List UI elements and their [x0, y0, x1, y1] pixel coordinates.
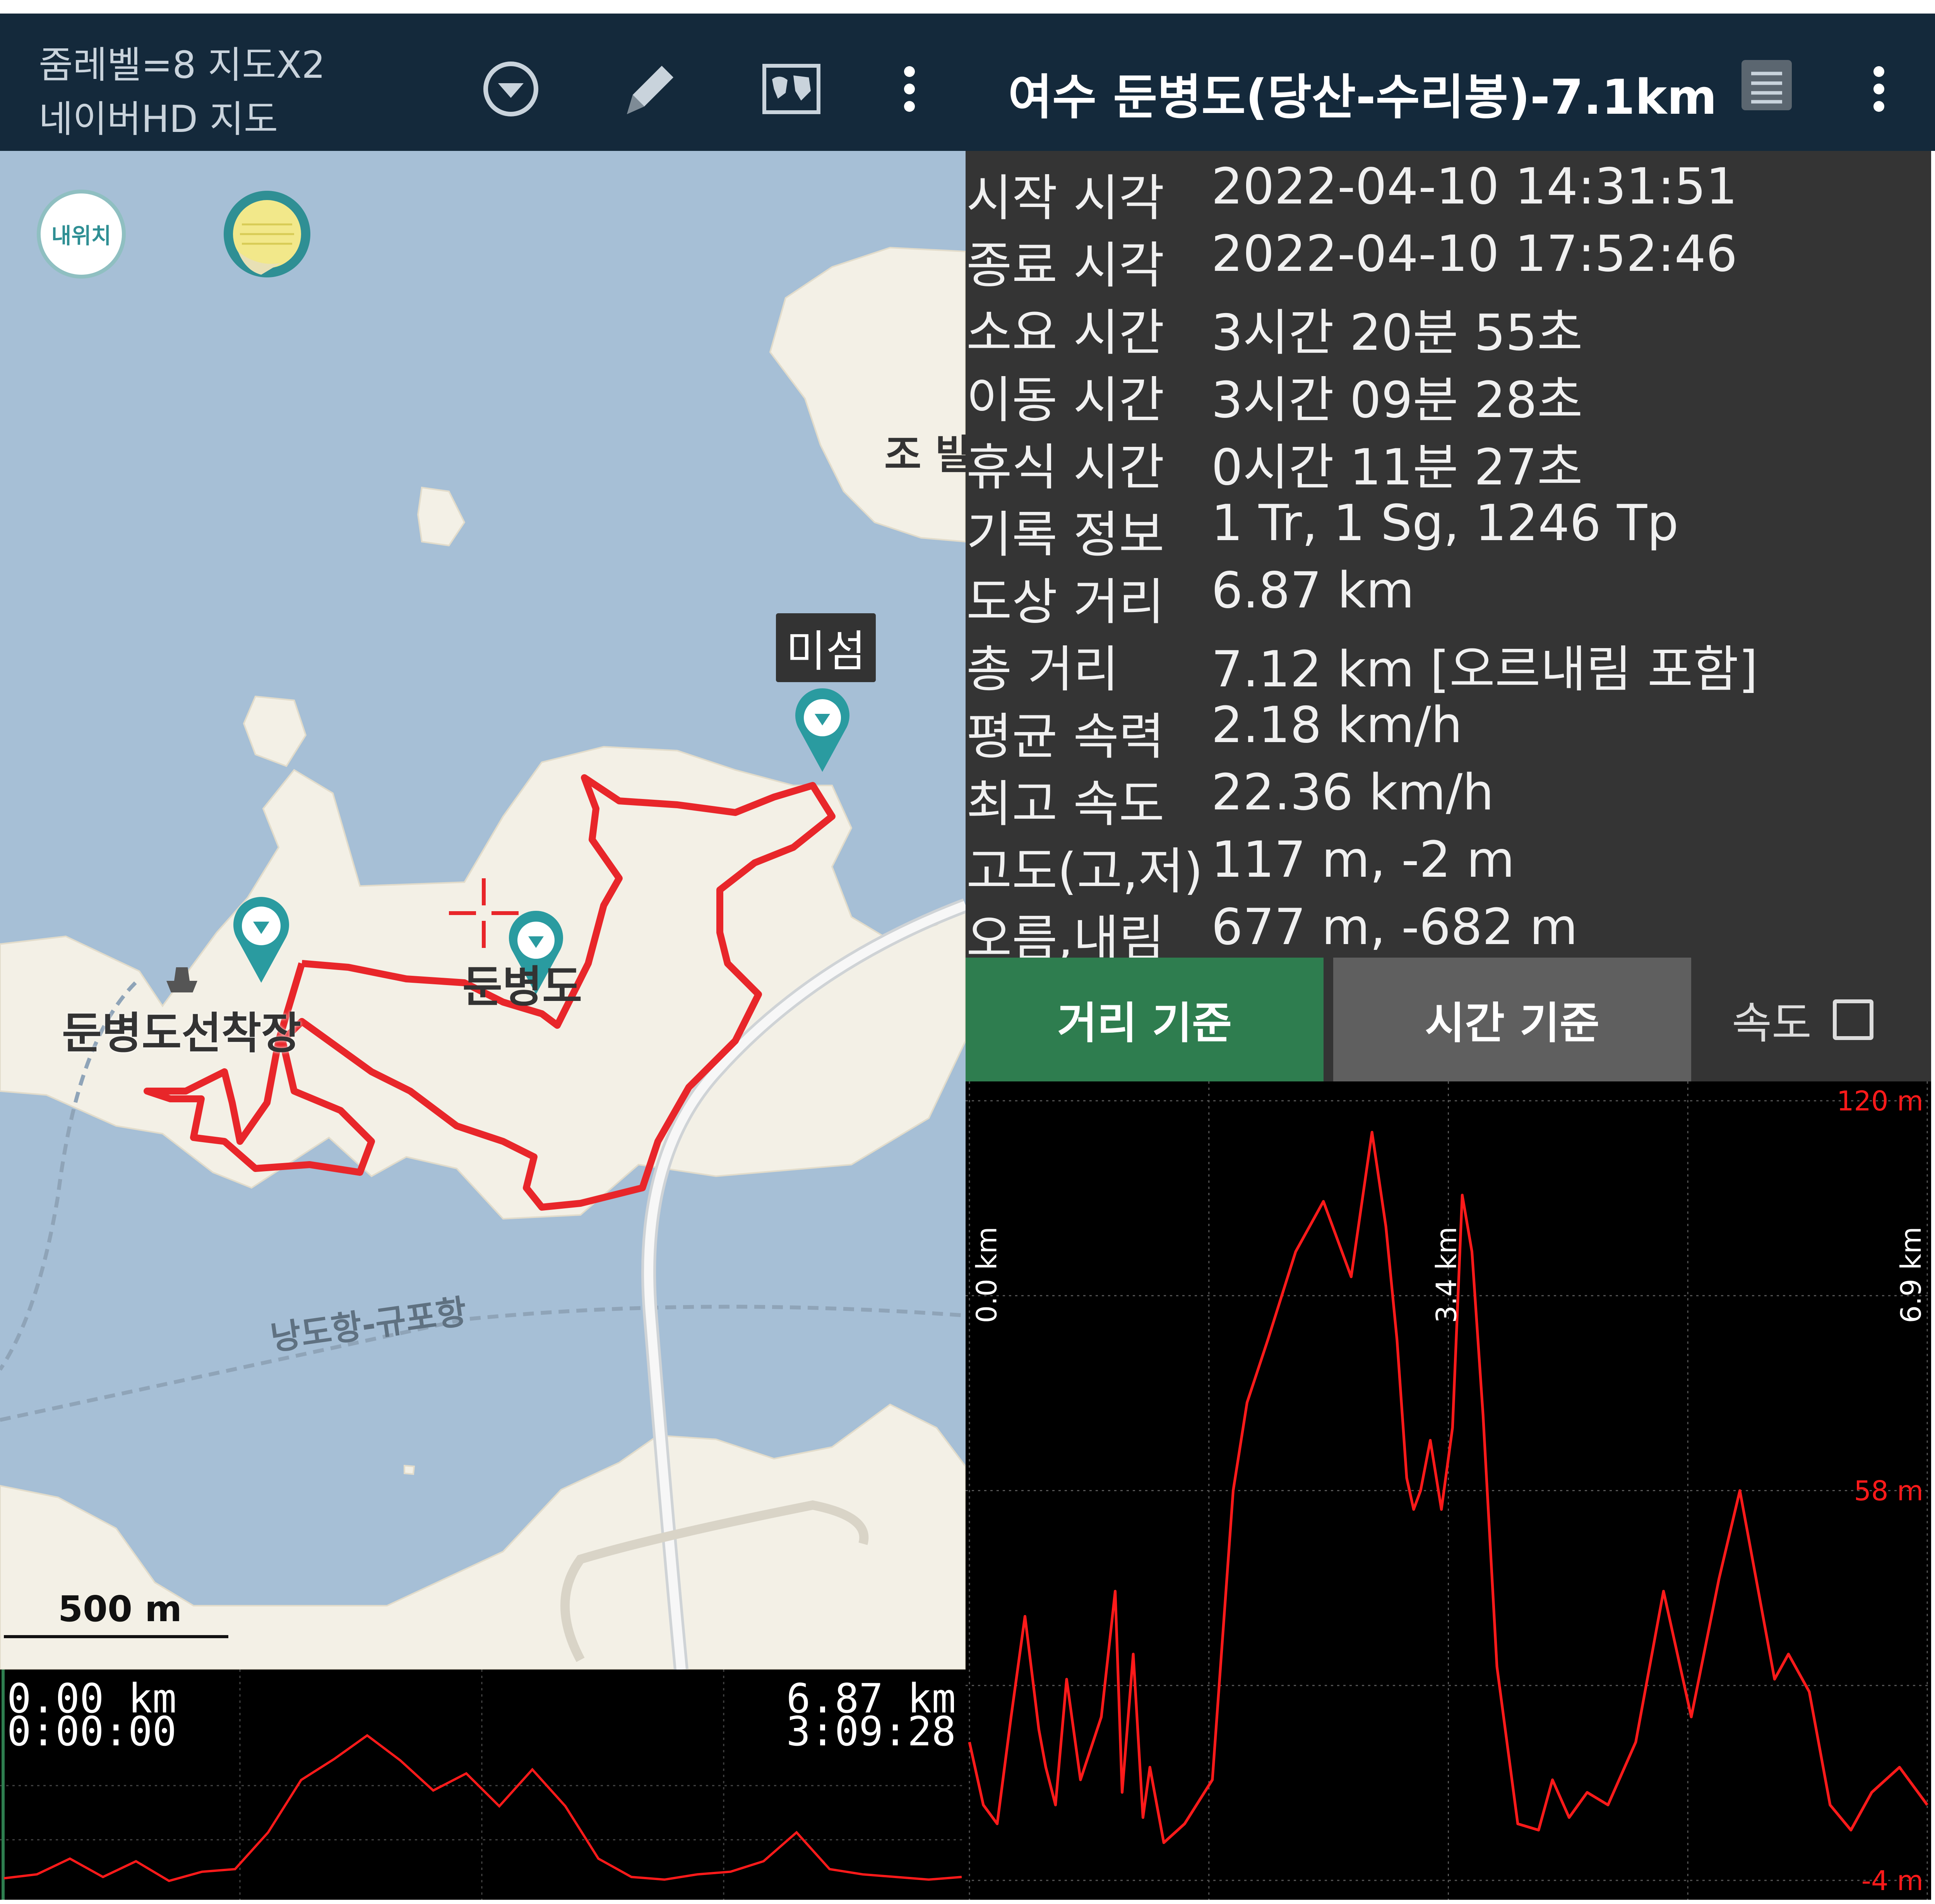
- stat-row: 기록 정보 1 Tr, 1 Sg, 1246 Tp: [966, 488, 1931, 564]
- stat-value: 2.18 km/h: [1211, 696, 1462, 754]
- x-tick-label: 6.9 km: [1895, 1227, 1927, 1323]
- pencil-icon[interactable]: [615, 56, 681, 122]
- my-location-button[interactable]: 내위치: [37, 190, 126, 279]
- stat-value: 677 m, -682 m: [1211, 898, 1578, 956]
- memo-icon[interactable]: [223, 190, 312, 279]
- land-west-tip: [243, 695, 307, 767]
- chevron-down-circle-icon[interactable]: [478, 56, 544, 122]
- stat-row: 이동 시간 3시간 09분 28초: [966, 353, 1931, 429]
- waypoint-marker-icon[interactable]: [228, 894, 294, 987]
- land-northeast: [769, 246, 966, 543]
- stat-row: 도상 거리 6.87 km: [966, 555, 1931, 631]
- end-time: 3:09:28: [786, 1708, 956, 1755]
- y-tick-label: 58 m: [1854, 1475, 1923, 1507]
- map-label-jobal: 조 발: [884, 431, 966, 478]
- stat-row: 최고 속도 22.36 km/h: [966, 757, 1931, 833]
- list-icon[interactable]: [1734, 52, 1800, 118]
- mini-elevation-profile[interactable]: 0.00 km 0:00:00 6.87 km 3:09:28: [0, 1670, 966, 1900]
- stat-value: 22.36 km/h: [1211, 764, 1494, 821]
- stat-value: 2022-04-10 17:52:46: [1211, 225, 1738, 283]
- y-tick-label: -4 m: [1861, 1865, 1923, 1897]
- map-view[interactable]: 내위치 미섬 조 발 둔병도 둔병도선착장 낭도항-규포항 500 m: [0, 151, 966, 1670]
- track-info-panel: 여수 둔병도(당산-수리봉)-7.1km 시작 시각 2022-04-10 14:…: [966, 0, 1935, 1904]
- track-statistics: 시작 시각 2022-04-10 14:31:51 종료 시각 2022-04-10…: [966, 151, 1931, 968]
- mini-elevation-line: [3, 1734, 962, 1882]
- x-tick-label: 0.0 km: [971, 1227, 1003, 1323]
- stat-row: 총 거리 7.12 km [오르내림 포함]: [966, 622, 1931, 698]
- y-tick-label: 120 m: [1837, 1085, 1923, 1117]
- track-info-toolbar: 여수 둔병도(당산-수리봉)-7.1km: [966, 14, 1935, 151]
- overflow-menu-icon[interactable]: [1860, 56, 1898, 122]
- map-label-dunbyeongdo: 둔병도: [462, 962, 582, 1012]
- stat-row: 시작 시각 2022-04-10 14:31:51: [966, 151, 1931, 227]
- map-label-misum: 미섬: [776, 613, 876, 682]
- route-title: 여수 둔병도(당산-수리봉)-7.1km: [1008, 70, 1717, 125]
- chart-mode-bar: 거리 기준 시간 기준 속도: [966, 958, 1931, 1081]
- scale-label: 500 m: [58, 1588, 182, 1630]
- stat-value: 1 Tr, 1 Sg, 1246 Tp: [1211, 494, 1679, 552]
- time-basis-button[interactable]: 시간 기준: [1333, 958, 1691, 1081]
- speed-label: 속도: [1732, 998, 1812, 1049]
- stat-row: 종료 시각 2022-04-10 17:52:46: [966, 218, 1931, 294]
- crosshair-icon: [445, 874, 522, 952]
- stat-value: 2022-04-10 14:31:51: [1211, 158, 1738, 216]
- map-source-text[interactable]: 네이버HD 지도: [39, 89, 278, 143]
- elevation-chart[interactable]: 0.0 km 3.4 km 6.9 km 120 m 58 m -4 m: [966, 1081, 1931, 1900]
- stat-value: 117 m, -2 m: [1211, 831, 1515, 889]
- world-map-icon[interactable]: [759, 56, 824, 122]
- stat-row: 휴식 시간 0시간 11분 27초: [966, 420, 1931, 496]
- land-islet: [417, 486, 466, 547]
- stat-value: 6.87 km: [1211, 562, 1414, 619]
- ferry-icon: [163, 960, 201, 998]
- land-south: [0, 1403, 966, 1670]
- start-time: 0:00:00: [7, 1708, 177, 1755]
- stat-row: 오름,내림 677 m, -682 m: [966, 891, 1931, 968]
- x-tick-label: 3.4 km: [1430, 1227, 1463, 1323]
- zoom-level-text: 줌레벨=8 지도X2: [39, 43, 325, 87]
- map-panel: 줌레벨=8 지도X2 네이버HD 지도 내위치 미섬 조 발 둔병도 둔병도선착…: [0, 0, 966, 1904]
- map-label-pier: 둔병도선착장: [62, 1008, 301, 1059]
- waypoint-marker-icon[interactable]: [791, 687, 853, 776]
- stat-row: 소요 시간 3시간 20분 55초: [966, 286, 1931, 362]
- my-location-label: 내위치: [51, 223, 111, 249]
- distance-basis-button[interactable]: 거리 기준: [966, 958, 1324, 1081]
- land-small-dot: [404, 1464, 415, 1475]
- elevation-chart-svg: 0.0 km 3.4 km 6.9 km 120 m 58 m -4 m: [966, 1081, 1931, 1900]
- speed-checkbox[interactable]: [1833, 999, 1874, 1040]
- overflow-menu-icon[interactable]: [890, 56, 929, 122]
- stat-row: 평균 속력 2.18 km/h: [966, 689, 1931, 766]
- map-toolbar: 줌레벨=8 지도X2 네이버HD 지도: [0, 14, 966, 151]
- stat-row: 고도(고,저) 117 m, -2 m: [966, 824, 1931, 900]
- speed-toggle[interactable]: 속도: [1732, 958, 1874, 1081]
